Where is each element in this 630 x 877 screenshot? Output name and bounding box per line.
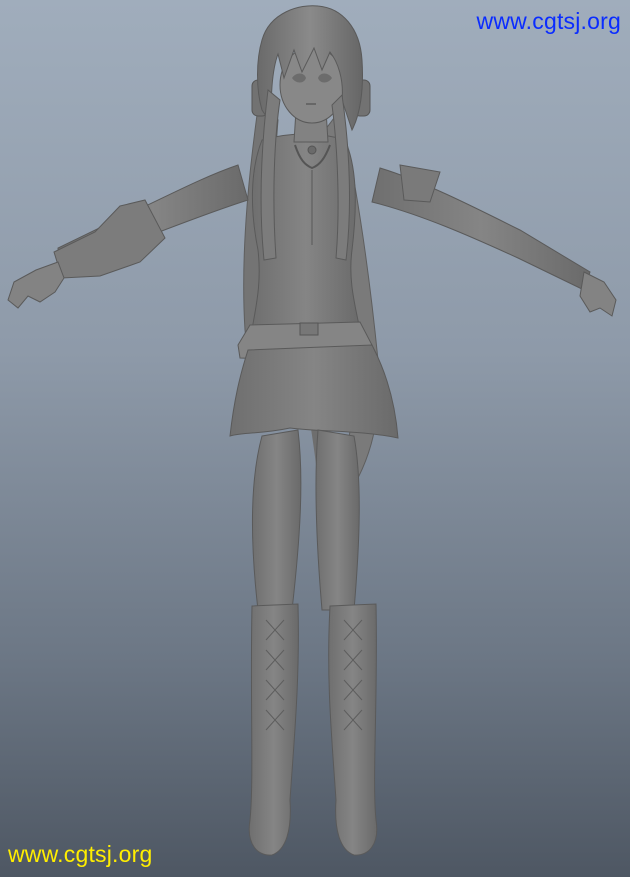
leg-right [315, 429, 360, 611]
boot-right [328, 603, 378, 856]
sleeve-left [53, 199, 166, 279]
leg-left [251, 429, 302, 611]
hand-right [579, 271, 617, 317]
skirt [229, 344, 399, 439]
watermark-bottom-left: www.cgtsj.org [8, 841, 153, 867]
collar-ornament [307, 145, 317, 155]
hand-left [7, 261, 65, 309]
character-model[interactable] [0, 0, 630, 877]
watermark-top-right: www.cgtsj.org [476, 8, 621, 34]
boot-left [248, 603, 299, 856]
belt-buckle [299, 322, 319, 336]
maya-viewport[interactable]: www.cgtsj.org www.cgtsj.org [0, 0, 630, 877]
